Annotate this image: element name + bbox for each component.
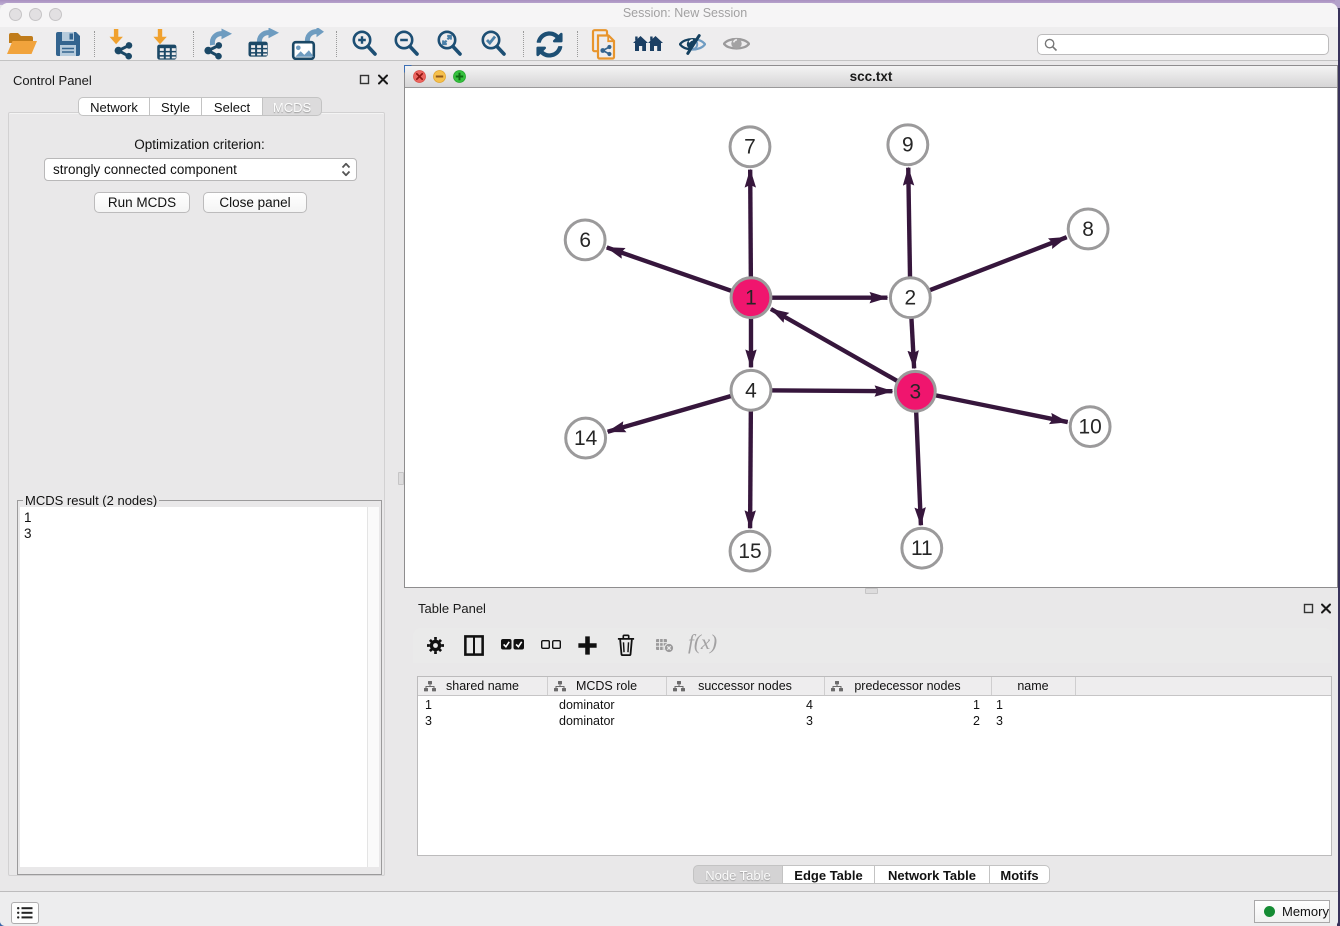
svg-text:2: 2: [905, 287, 917, 310]
svg-text:1: 1: [745, 287, 757, 310]
svg-text:10: 10: [1078, 416, 1101, 439]
svg-text:14: 14: [574, 427, 598, 450]
svg-text:4: 4: [745, 379, 757, 402]
svg-text:9: 9: [902, 134, 914, 157]
svg-text:7: 7: [744, 136, 756, 159]
svg-text:3: 3: [910, 380, 922, 403]
svg-text:6: 6: [579, 229, 591, 252]
svg-text:15: 15: [738, 540, 761, 563]
svg-text:8: 8: [1082, 218, 1094, 241]
svg-text:11: 11: [911, 537, 933, 560]
